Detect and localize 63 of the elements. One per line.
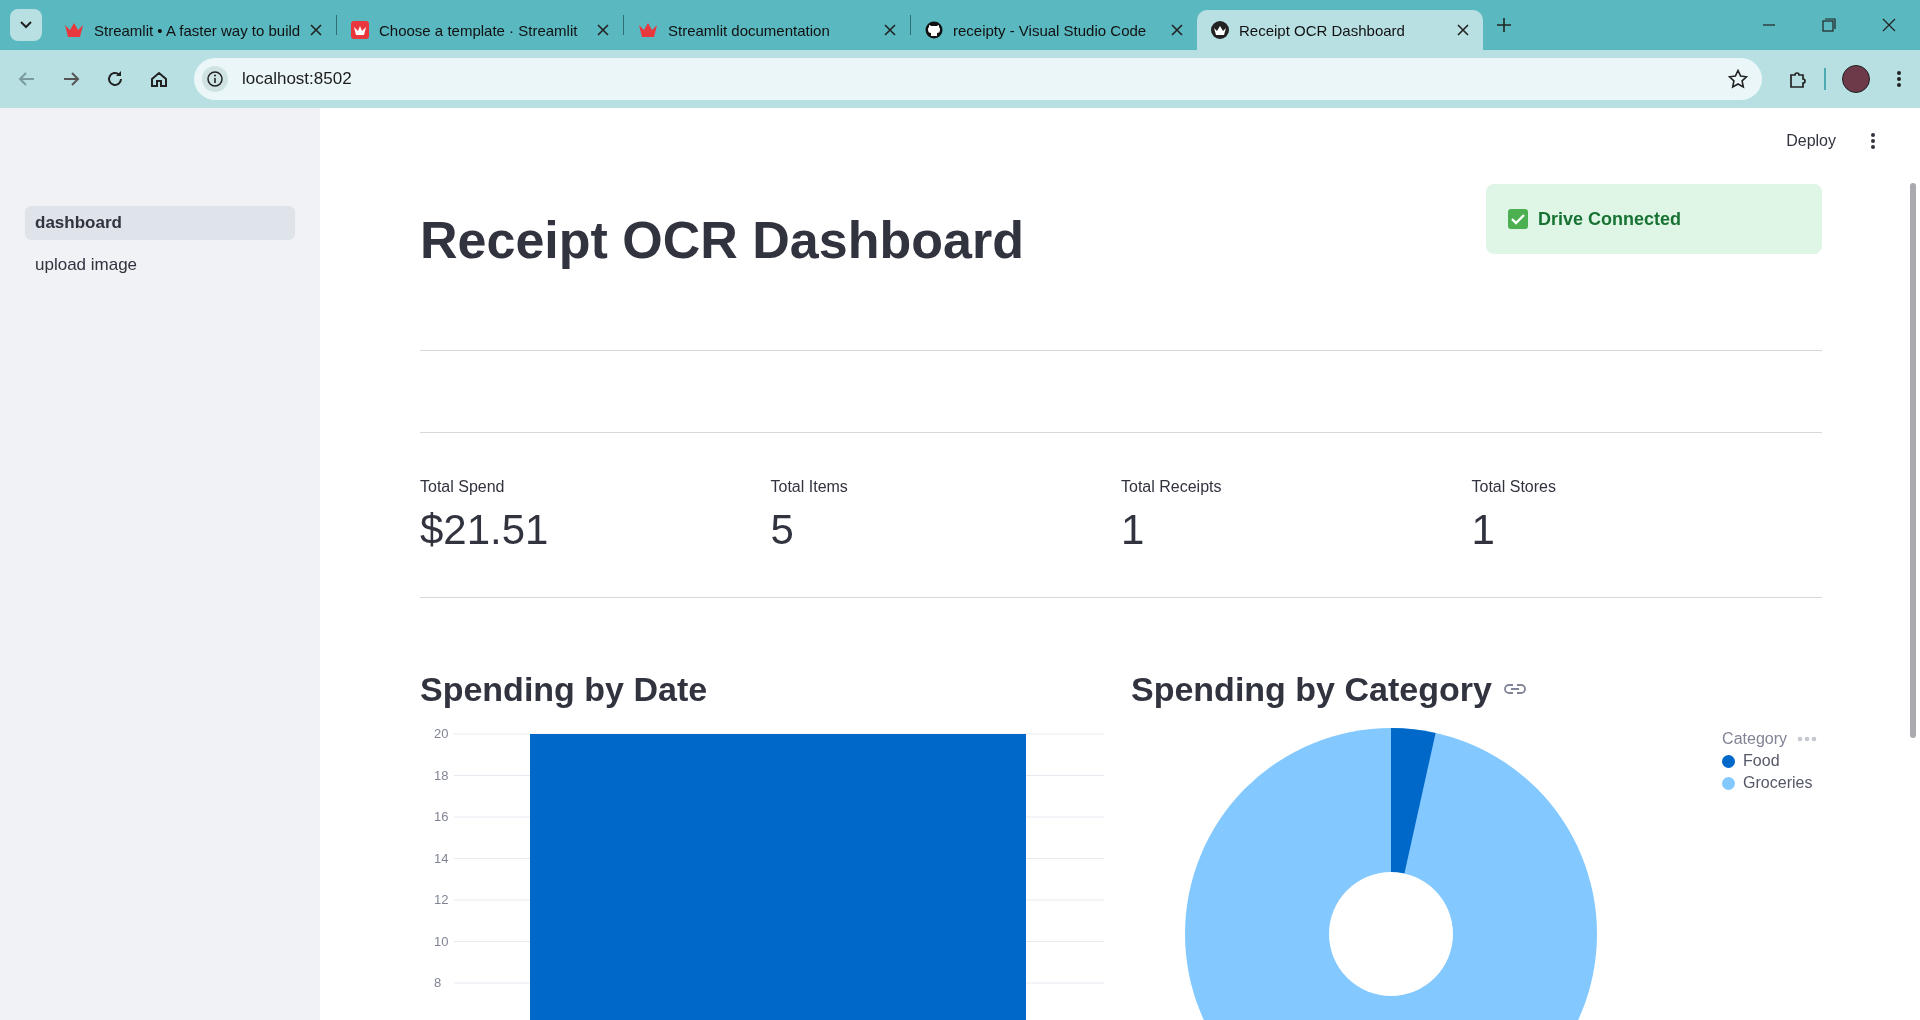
- tab-title: Choose a template · Streamlit: [379, 21, 579, 39]
- kebab-menu-icon[interactable]: [1870, 132, 1876, 150]
- scrollbar-thumb[interactable]: [1910, 183, 1916, 738]
- tab-title: Streamlit documentation: [668, 21, 831, 39]
- browser-tab[interactable]: Streamlit • A faster way to build: [50, 10, 336, 50]
- status-text: Drive Connected: [1538, 208, 1682, 230]
- browser-tab[interactable]: Streamlit documentation: [624, 10, 910, 50]
- reload-icon[interactable]: [106, 70, 124, 88]
- axis-tick-label: 20: [434, 726, 449, 741]
- chart-heading: Spending by Date: [420, 668, 709, 710]
- new-tab-icon[interactable]: [1497, 18, 1511, 32]
- close-icon[interactable]: [1882, 18, 1896, 32]
- address-field[interactable]: localhost:8502: [194, 58, 1762, 100]
- legend-label: Food: [1743, 752, 1780, 770]
- info-icon[interactable]: [202, 66, 228, 92]
- sidebar-item[interactable]: dashboard: [25, 206, 295, 240]
- metric-label: Total Receipts: [1121, 478, 1223, 496]
- cat-logo-icon: [925, 21, 943, 39]
- close-icon[interactable]: [597, 24, 609, 36]
- axis-tick-label: 12: [434, 892, 449, 907]
- axis-tick-label: 8: [434, 975, 442, 990]
- close-icon[interactable]: [884, 24, 896, 36]
- sidebar-item[interactable]: upload image: [25, 248, 295, 282]
- crown-icon: [64, 22, 84, 38]
- browser-tab[interactable]: receipty - Visual Studio Code: [911, 10, 1197, 50]
- axis-tick-label: 16: [434, 809, 449, 824]
- tab-title: Receipt OCR Dashboard: [1239, 21, 1406, 39]
- metric-label: Total Spend: [420, 478, 506, 496]
- chart-heading: Spending by Category: [1131, 669, 1492, 709]
- kebab-menu-icon[interactable]: [1896, 70, 1902, 88]
- metric-value: 1: [1471, 506, 1496, 554]
- puzzle-icon[interactable]: [1788, 69, 1808, 89]
- checkbox-checked-icon: [1508, 209, 1528, 229]
- crown-icon: [1211, 21, 1229, 39]
- close-icon[interactable]: [1457, 24, 1469, 36]
- home-icon[interactable]: [150, 70, 168, 88]
- chevron-down-icon: [20, 21, 32, 29]
- axis-tick-label: 14: [434, 850, 449, 866]
- deploy-button[interactable]: Deploy: [1778, 128, 1844, 154]
- crown-icon: [351, 21, 369, 39]
- axis-tick-label: 10: [434, 933, 449, 949]
- avatar-circle[interactable]: [1842, 65, 1870, 93]
- tab-search-button[interactable]: [10, 9, 42, 41]
- forward-arrow-icon[interactable]: [62, 70, 80, 88]
- star-icon[interactable]: [1728, 69, 1748, 89]
- close-icon[interactable]: [310, 24, 322, 36]
- browser-tab[interactable]: Choose a template · Streamlit: [337, 10, 623, 50]
- legend-title: Category: [1722, 730, 1787, 748]
- crown-icon: [638, 22, 658, 38]
- metric-value: 5: [770, 506, 795, 554]
- tab-title: receipty - Visual Studio Code: [953, 21, 1148, 39]
- metric-label: Total Items: [770, 478, 849, 496]
- tab-title: Streamlit • A faster way to build: [94, 21, 300, 39]
- metric-value: 1: [1121, 506, 1146, 554]
- close-icon[interactable]: [1171, 24, 1183, 36]
- metric-value: $21.51: [420, 506, 550, 554]
- restore-icon[interactable]: [1822, 18, 1836, 32]
- legend-label: Groceries: [1743, 774, 1813, 792]
- axis-tick-label: 18: [434, 767, 449, 783]
- page-title: Receipt OCR Dashboard: [420, 210, 1024, 270]
- browser-tab[interactable]: Receipt OCR Dashboard: [1197, 10, 1483, 50]
- metric-label: Total Stores: [1471, 478, 1557, 496]
- link-icon[interactable]: [1503, 683, 1526, 695]
